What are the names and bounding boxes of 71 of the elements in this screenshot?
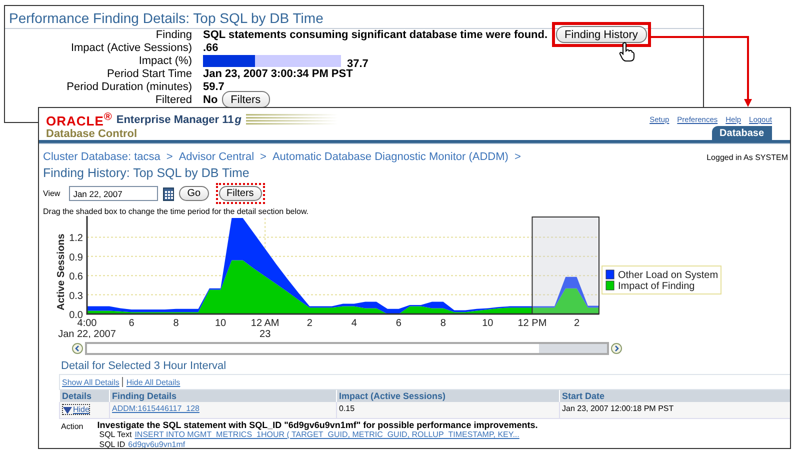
- x-tick-label: 8: [440, 318, 446, 330]
- selection-box[interactable]: [532, 216, 600, 315]
- x-tick-label: 10: [482, 318, 494, 330]
- section-title: Detail for Selected 3 Hour Interval: [60, 359, 228, 372]
- login-status: Logged in As SYSTEM: [706, 152, 789, 162]
- field-value: .66: [203, 42, 218, 54]
- y-tick-label: 0.9: [69, 252, 83, 264]
- product-name: Enterprise Manager 11: [116, 114, 234, 126]
- x-tick-label: 4: [351, 318, 357, 330]
- x-tick-label: 2: [306, 318, 312, 330]
- x-tick-label: 4:00: [77, 318, 97, 330]
- breadcrumb-link[interactable]: Automatic Database Diagnostic Monitor (ADDM): [272, 151, 508, 164]
- details-link[interactable]: Show All Details: [62, 378, 120, 387]
- finding-link[interactable]: ADDM:1615446117_128: [112, 404, 200, 414]
- table-cell: 0.15: [336, 402, 559, 418]
- instruction-text: Drag the shaded box to change the time period for the detail section below.: [42, 206, 310, 216]
- legend-label: Impact of Finding: [618, 281, 695, 292]
- breadcrumb-separator: >: [514, 151, 521, 164]
- x-tick-label: 12 PM: [518, 318, 547, 330]
- y-tick-label: 0.6: [69, 272, 83, 283]
- details-link[interactable]: Hide All Details: [126, 378, 180, 387]
- y-tick-label: 0.3: [69, 291, 83, 302]
- time-scrollbar[interactable]: [85, 342, 609, 356]
- x-tick-label: 8: [173, 318, 179, 330]
- field-value: 59.7: [203, 80, 224, 92]
- filters-button[interactable]: Filters: [218, 186, 262, 202]
- table-cell: Jan 23, 2007 12:00:18 PM PST: [559, 402, 790, 418]
- date-field[interactable]: Jan 22, 2007: [69, 186, 158, 202]
- x-tick-label: 6: [396, 318, 402, 330]
- breadcrumb-link[interactable]: Advisor Central: [178, 151, 254, 164]
- action-text: Investigate the SQL statement with SQL_ID "6d9gv6u9vn1mf" for possible performance improvements.: [97, 420, 538, 430]
- go-button[interactable]: Go: [179, 186, 209, 202]
- calendar-icon[interactable]: [163, 186, 174, 201]
- product-subtitle: Database Control: [46, 128, 138, 140]
- scroll-left-button[interactable]: [72, 343, 83, 354]
- sql-id-label: SQL ID: [99, 440, 126, 448]
- legend-label: Other Load on System: [618, 270, 718, 282]
- field-value: Jan 23, 2007 3:00:34 PM PST: [203, 68, 353, 80]
- x-tick-label: 10: [215, 318, 226, 330]
- field-label: Impact (Active Sessions): [70, 42, 192, 54]
- sql-text-label: SQL Text: [99, 430, 132, 440]
- version-letter: g: [234, 114, 242, 126]
- action-label: Action: [61, 420, 84, 433]
- x-tick-label: Jan 22, 2007: [58, 329, 116, 338]
- field-label: Filtered: [155, 94, 192, 106]
- x-tick-label: 2: [574, 318, 580, 330]
- oracle-logo: ORACLE$^{®}$: [46, 111, 112, 128]
- y-axis-label: Active Sessions: [56, 234, 67, 311]
- filters-button[interactable]: Filters: [222, 91, 270, 108]
- page-title: Finding History: Top SQL by DB Time: [42, 165, 250, 180]
- x-tick-label: 12 AM: [250, 318, 280, 330]
- breadcrumb-separator: >: [260, 151, 266, 164]
- field-value: No: [203, 94, 218, 106]
- database-tab[interactable]: Database: [712, 126, 772, 140]
- view-label: View: [43, 189, 60, 198]
- breadcrumb-link[interactable]: Cluster Database: tacsa: [43, 151, 160, 164]
- x-tick-label: 6: [128, 318, 134, 330]
- finding-history-button[interactable]: Finding History: [556, 26, 647, 43]
- field-label: Period Start Time: [107, 68, 192, 80]
- y-tick-label: 1.2: [69, 234, 83, 245]
- field-label: Period Duration (minutes): [66, 80, 192, 92]
- field-value: 37.7: [347, 58, 368, 70]
- field-label: Finding: [156, 28, 192, 40]
- x-tick-label: 23: [260, 329, 271, 338]
- sql-text-link[interactable]: INSERT INTO MGMT_METRICS_1HOUR ( TARGET_GUID, METRIC_GUID, ROLLUP_TIMESTAMP, KEY...: [134, 430, 520, 440]
- scroll-right-button[interactable]: [611, 343, 622, 354]
- field-value: SQL statements consuming significant database time were found.: [203, 28, 548, 40]
- breadcrumb-separator: >: [166, 151, 173, 164]
- hide-toggle[interactable]: Hide: [62, 404, 90, 416]
- hand-cursor-icon: [619, 42, 635, 62]
- field-label: Impact (%): [138, 54, 192, 66]
